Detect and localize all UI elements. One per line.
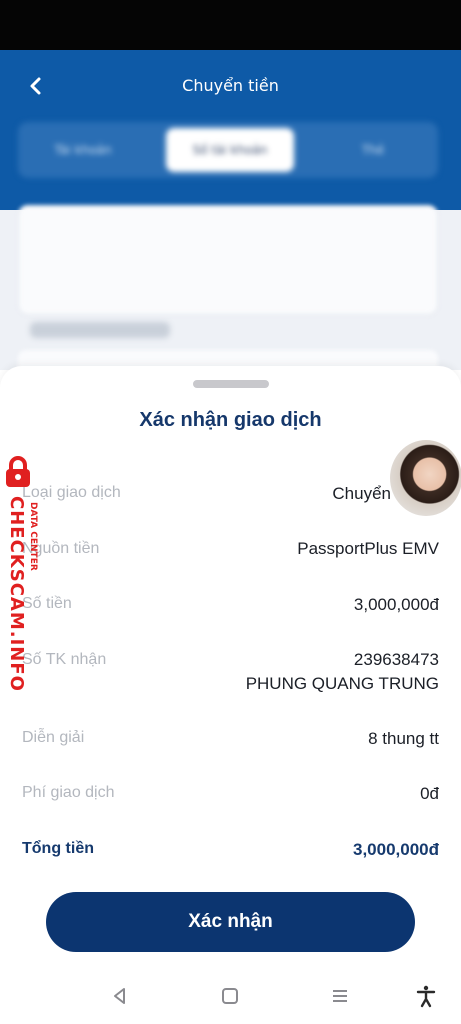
tab-account-number[interactable]: Số tài khoản bbox=[166, 128, 294, 172]
sheet-title: Xác nhận giao dịch bbox=[139, 409, 322, 431]
source-value: PassportPlus EMV bbox=[297, 539, 439, 558]
total-label: Tổng tiền bbox=[22, 840, 94, 857]
confirm-button[interactable]: Xác nhận bbox=[46, 892, 415, 952]
fee-label: Phí giao dịch bbox=[22, 784, 115, 801]
background-card bbox=[18, 205, 438, 315]
tab-account[interactable]: Tài khoản bbox=[28, 136, 138, 164]
recipient-name-value: PHUNG QUANG TRUNG bbox=[245, 674, 439, 693]
recents-menu-icon[interactable] bbox=[328, 984, 352, 1008]
tab-card[interactable]: Thẻ bbox=[318, 136, 428, 164]
total-value: 3,000,000đ bbox=[352, 840, 439, 859]
background-label bbox=[30, 322, 170, 338]
home-square-icon[interactable] bbox=[218, 984, 242, 1008]
sheet-drag-handle[interactable] bbox=[193, 380, 269, 388]
recipient-account-value: 239638473 bbox=[353, 650, 439, 669]
accessibility-icon[interactable] bbox=[414, 984, 438, 1008]
transaction-type-value: Chuyển bbox=[332, 484, 391, 503]
watermark-brand: CHECKSCAM.INFO bbox=[6, 496, 27, 692]
transfer-tabs: Tài khoản Số tài khoản Thẻ bbox=[18, 122, 438, 178]
watermark-sub: DATA CENTER bbox=[28, 502, 38, 571]
description-value: 8 thung tt bbox=[368, 729, 439, 748]
status-bar bbox=[0, 0, 461, 50]
description-label: Diễn giải bbox=[22, 729, 85, 746]
watermark: CHECKSCAM.INFO DATA CENTER bbox=[2, 456, 48, 692]
avatar bbox=[388, 438, 461, 518]
page-title: Chuyển tiền bbox=[182, 76, 279, 95]
back-triangle-icon[interactable] bbox=[108, 984, 132, 1008]
amount-value: 3,000,000đ bbox=[353, 595, 439, 614]
fee-value: 0đ bbox=[420, 784, 439, 803]
lock-icon bbox=[6, 456, 30, 487]
